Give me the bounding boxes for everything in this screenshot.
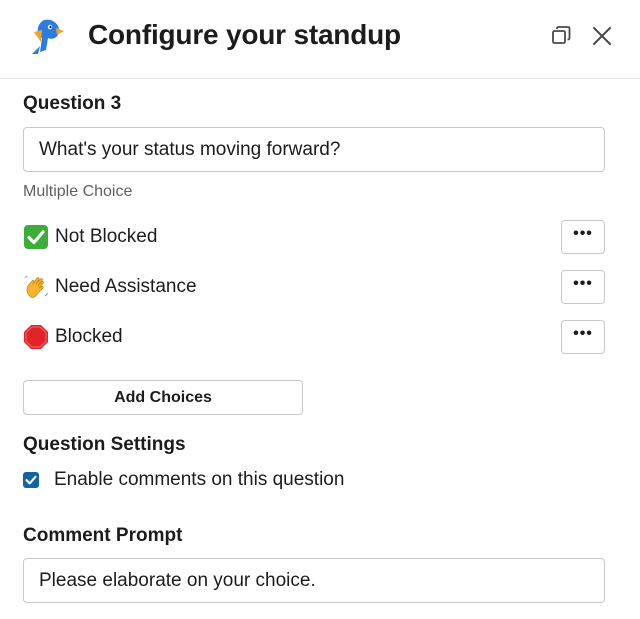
- stop-sign-icon: [24, 325, 48, 349]
- choice-row: Blocked •••: [23, 320, 605, 356]
- choice-menu-button[interactable]: •••: [561, 220, 605, 254]
- modal-title: Configure your standup: [88, 19, 401, 50]
- choice-row: Not Blocked •••: [23, 220, 605, 256]
- maximize-icon[interactable]: [549, 24, 573, 48]
- comment-prompt-label: Comment Prompt: [23, 525, 183, 546]
- add-choices-button[interactable]: Add Choices: [23, 380, 303, 415]
- choice-label: Not Blocked: [55, 226, 158, 247]
- parrot-logo-icon: [32, 19, 64, 54]
- choice-label: Blocked: [55, 326, 123, 347]
- enable-comments-label[interactable]: Enable comments on this question: [54, 469, 344, 491]
- white-check-mark-icon: [24, 225, 48, 249]
- modal-header: Configure your standup: [0, 0, 640, 79]
- choice-label: Need Assistance: [55, 276, 197, 297]
- choice-menu-button[interactable]: •••: [561, 320, 605, 354]
- choice-row: Need Assistance •••: [23, 270, 605, 306]
- enable-comments-checkbox[interactable]: [23, 472, 39, 488]
- choice-menu-button[interactable]: •••: [561, 270, 605, 304]
- question-settings-label: Question Settings: [23, 434, 186, 455]
- question-label: Question 3: [23, 93, 122, 114]
- question-input[interactable]: [23, 127, 605, 172]
- close-icon[interactable]: [590, 24, 614, 48]
- comment-prompt-input[interactable]: [23, 558, 605, 603]
- waving-hand-icon: [24, 275, 48, 298]
- question-type-label: Multiple Choice: [23, 183, 133, 200]
- checkmark-icon: [25, 475, 37, 485]
